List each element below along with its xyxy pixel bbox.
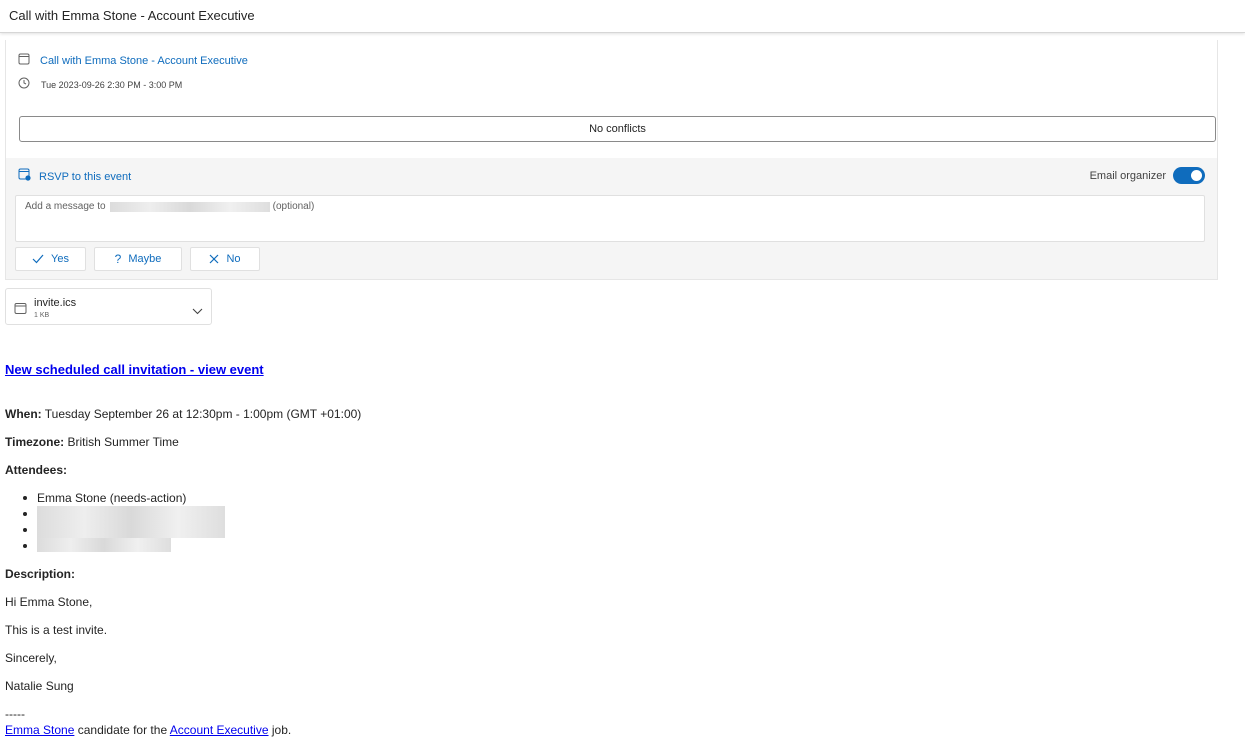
event-time-row: Tue 2023-09-26 2:30 PM - 3:00 PM bbox=[18, 76, 182, 94]
email-organizer-toggle[interactable] bbox=[1173, 167, 1205, 184]
rsvp-no-label: No bbox=[226, 253, 241, 265]
no-conflicts-button[interactable]: No conflicts bbox=[19, 116, 1216, 142]
clock-icon bbox=[18, 76, 30, 94]
event-title-link[interactable]: Call with Emma Stone - Account Executive bbox=[40, 55, 248, 67]
description-label: Description: bbox=[5, 567, 76, 581]
close-icon bbox=[209, 254, 219, 264]
footer-line: Emma Stone candidate for the Account Exe… bbox=[5, 723, 291, 737]
footer-mid-text: candidate for the bbox=[77, 723, 168, 737]
event-title-row[interactable]: Call with Emma Stone - Account Executive bbox=[18, 52, 248, 70]
greeting-text: Hi Emma Stone, bbox=[5, 595, 93, 609]
email-organizer-control: Email organizer bbox=[1090, 167, 1205, 184]
timezone-label: Timezone: bbox=[5, 435, 65, 449]
timezone-line: Timezone: British Summer Time bbox=[5, 435, 179, 449]
rsvp-header: RSVP to this event bbox=[18, 168, 131, 186]
reading-pane-header: Call with Emma Stone - Account Executive bbox=[0, 0, 1245, 33]
timezone-value: British Summer Time bbox=[67, 435, 179, 449]
body-line: This is a test invite. bbox=[5, 623, 108, 637]
chevron-down-icon[interactable] bbox=[192, 302, 203, 320]
description-heading: Description: bbox=[5, 567, 75, 581]
rsvp-message-input[interactable]: Add a message to (optional) bbox=[15, 195, 1205, 242]
calendar-icon bbox=[18, 52, 30, 70]
attendee-item-redacted bbox=[23, 538, 225, 554]
attendee-item-redacted bbox=[23, 522, 225, 538]
attendee-list: Emma Stone (needs-action) bbox=[23, 490, 225, 554]
attachment-size: 1 KB bbox=[34, 312, 50, 319]
question-icon: ? bbox=[114, 252, 122, 266]
attendees-heading: Attendees: bbox=[5, 463, 67, 477]
rsvp-label: RSVP to this event bbox=[39, 171, 132, 183]
rsvp-no-button[interactable]: No bbox=[190, 247, 260, 271]
candidate-link[interactable]: Emma Stone bbox=[5, 723, 74, 737]
message-suffix: (optional) bbox=[272, 201, 315, 212]
signoff-text: Sincerely, bbox=[5, 651, 57, 665]
when-label: When: bbox=[5, 407, 42, 421]
toggle-knob bbox=[1191, 170, 1202, 181]
when-value: Tuesday September 26 at 12:30pm - 1:00pm… bbox=[44, 407, 362, 421]
attendee-item: Emma Stone (needs-action) bbox=[23, 490, 225, 506]
email-organizer-label: Email organizer bbox=[1089, 169, 1166, 182]
rsvp-maybe-label: Maybe bbox=[128, 253, 162, 265]
attachment-card[interactable]: invite.ics 1 KB bbox=[5, 288, 212, 325]
message-subject: Call with Emma Stone - Account Executive bbox=[9, 8, 255, 23]
footer-end-text: job. bbox=[271, 723, 292, 737]
separator-text: ----- bbox=[5, 707, 25, 721]
attachment-name: invite.ics bbox=[34, 297, 77, 309]
attendees-label: Attendees: bbox=[5, 463, 68, 477]
signature-text: Natalie Sung bbox=[5, 679, 74, 693]
checkmark-icon bbox=[32, 254, 44, 264]
attendee-item-redacted bbox=[23, 506, 225, 522]
calendar-file-icon bbox=[14, 302, 27, 320]
redacted-organizer bbox=[109, 201, 270, 212]
job-link[interactable]: Account Executive bbox=[170, 723, 269, 737]
message-prefix: Add a message to bbox=[25, 201, 106, 212]
rsvp-panel: RSVP to this event Email organizer Add a… bbox=[5, 158, 1218, 280]
rsvp-message-placeholder: Add a message to (optional) bbox=[25, 201, 314, 212]
rsvp-maybe-button[interactable]: ? Maybe bbox=[94, 247, 182, 271]
when-line: When: Tuesday September 26 at 12:30pm - … bbox=[5, 407, 361, 421]
calendar-reply-icon bbox=[18, 168, 31, 186]
view-event-link[interactable]: New scheduled call invitation - view eve… bbox=[5, 362, 264, 377]
rsvp-yes-label: Yes bbox=[51, 253, 69, 265]
rsvp-buttons: Yes ? Maybe No bbox=[15, 247, 268, 271]
event-time: Tue 2023-09-26 2:30 PM - 3:00 PM bbox=[41, 80, 183, 90]
rsvp-yes-button[interactable]: Yes bbox=[15, 247, 86, 271]
